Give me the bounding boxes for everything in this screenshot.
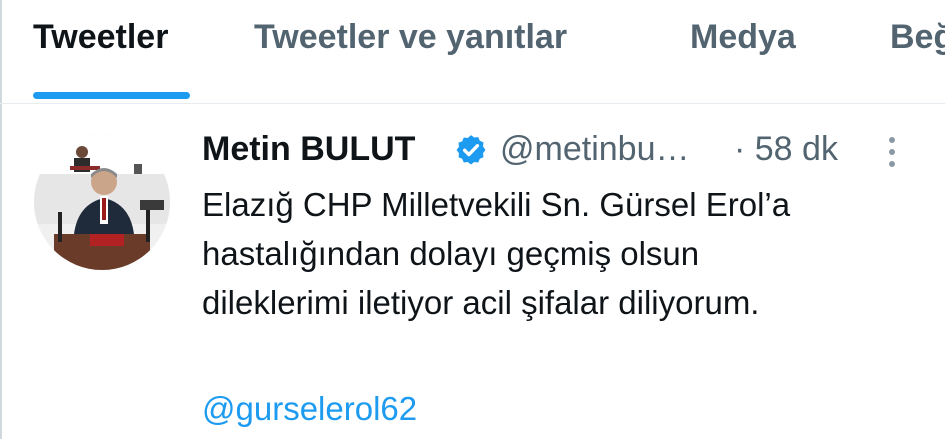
tweet-text: Elazığ CHP Milletvekili Sn. Gürsel Erol’… — [202, 180, 932, 327]
tab-media[interactable]: Medya — [690, 18, 796, 57]
tweet-timestamp[interactable]: · 58 dk — [734, 130, 838, 169]
profile-timeline: Tweetler Tweetler ve yanıtlar Medya Beğ — [0, 0, 945, 439]
tweet-text-line: Elazığ CHP Milletvekili Sn. Gürsel Erol’… — [202, 186, 791, 223]
avatar-image — [34, 134, 170, 270]
tab-tweets[interactable]: Tweetler — [33, 18, 168, 57]
active-tab-indicator — [33, 92, 190, 99]
more-vertical-icon[interactable] — [884, 134, 900, 170]
verified-badge-icon — [454, 133, 488, 167]
tab-tweets-and-replies[interactable]: Tweetler ve yanıtlar — [254, 18, 567, 57]
tweet-text-line: dileklerimi iletiyor acil şifalar diliyo… — [202, 284, 760, 321]
avatar[interactable] — [34, 134, 170, 270]
tab-likes[interactable]: Beğ — [890, 18, 945, 57]
mention-link[interactable]: @gurselerol62 — [202, 390, 417, 428]
tweet-text-line: hastalığından dolayı geçmiş olsun — [202, 235, 700, 272]
author-handle[interactable]: @metinbu… — [500, 130, 689, 169]
profile-tabs: Tweetler Tweetler ve yanıtlar Medya Beğ — [0, 0, 945, 104]
tweet[interactable]: Metin BULUT @metinbu… · 58 dk Elazığ CHP… — [0, 104, 945, 439]
author-name[interactable]: Metin BULUT — [202, 130, 415, 169]
